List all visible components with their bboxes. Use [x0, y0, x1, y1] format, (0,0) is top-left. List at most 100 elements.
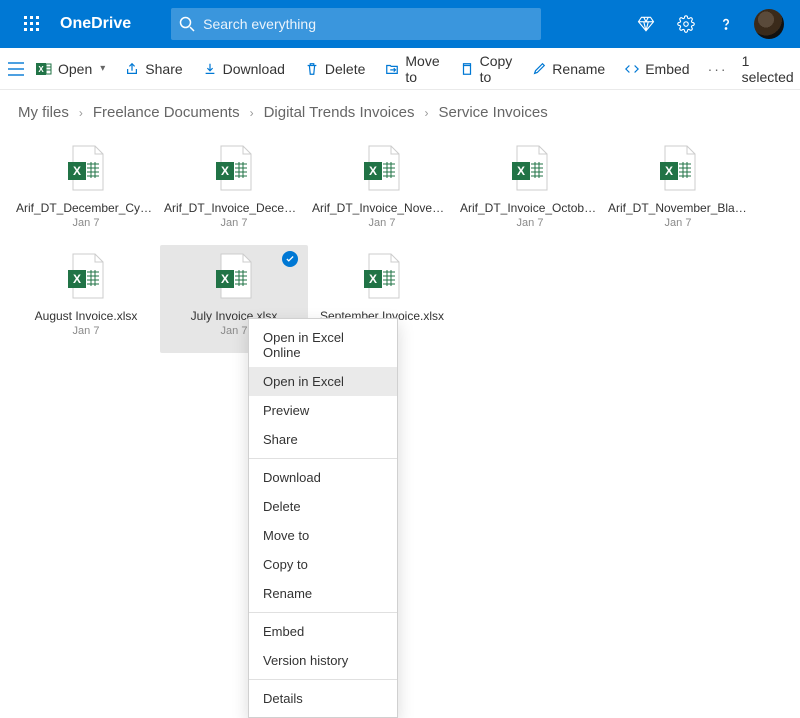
file-date: Jan 7: [73, 325, 100, 337]
more-icon: ···: [708, 61, 728, 77]
svg-text:X: X: [369, 164, 377, 178]
svg-text:X: X: [221, 164, 229, 178]
excel-icon: X: [36, 61, 52, 77]
share-label: Share: [145, 61, 182, 77]
file-date: Jan 7: [221, 325, 248, 337]
file-date: Jan 7: [517, 217, 544, 229]
embed-icon: [625, 62, 639, 76]
breadcrumb: My files › Freelance Documents › Digital…: [0, 90, 800, 133]
embed-label: Embed: [645, 61, 689, 77]
file-date: Jan 7: [73, 217, 100, 229]
menu-divider: [249, 458, 397, 459]
open-label: Open: [58, 61, 92, 77]
file-name: Arif_DT_December_Cyber_...: [16, 201, 156, 215]
file-date: Jan 7: [369, 217, 396, 229]
context-menu-item[interactable]: Rename: [249, 579, 397, 608]
file-thumbnail: X: [650, 143, 706, 195]
chevron-down-icon: ▾: [100, 63, 105, 74]
app-launcher-button[interactable]: [8, 0, 56, 48]
context-menu-item[interactable]: Version history: [249, 646, 397, 675]
file-thumbnail: X: [502, 143, 558, 195]
selection-count: 1 selected ✕: [742, 53, 800, 85]
file-name: Arif_DT_November_Black_F...: [608, 201, 748, 215]
embed-button[interactable]: Embed: [617, 53, 697, 85]
copy-icon: [460, 62, 474, 76]
diamond-icon: [637, 15, 655, 33]
file-item[interactable]: X August Invoice.xlsx Jan 7: [12, 245, 160, 353]
svg-text:X: X: [73, 164, 81, 178]
file-name: Arif_DT_Invoice_December...: [164, 201, 304, 215]
breadcrumb-item[interactable]: Freelance Documents: [93, 104, 240, 121]
search-input[interactable]: [203, 8, 541, 40]
open-button[interactable]: X Open ▾: [28, 53, 113, 85]
file-name: August Invoice.xlsx: [16, 309, 156, 323]
context-menu-item[interactable]: Open in Excel: [249, 367, 397, 396]
copy-to-label: Copy to: [480, 53, 513, 85]
svg-text:X: X: [517, 164, 525, 178]
breadcrumb-item[interactable]: Digital Trends Invoices: [264, 104, 415, 121]
context-menu-item[interactable]: Copy to: [249, 550, 397, 579]
move-to-button[interactable]: Move to: [377, 53, 447, 85]
file-date: Jan 7: [221, 217, 248, 229]
context-menu-item[interactable]: Embed: [249, 617, 397, 646]
menu-divider: [249, 679, 397, 680]
file-thumbnail: X: [206, 251, 262, 303]
gear-icon: [677, 15, 695, 33]
share-button[interactable]: Share: [117, 53, 190, 85]
file-item[interactable]: X Arif_DT_Invoice_November... Jan 7: [308, 137, 456, 245]
file-thumbnail: X: [58, 143, 114, 195]
svg-text:X: X: [38, 65, 44, 74]
context-menu: Open in Excel OnlineOpen in ExcelPreview…: [248, 318, 398, 718]
chevron-right-icon: ›: [79, 106, 83, 120]
help-icon: [717, 15, 735, 33]
selection-count-label: 1 selected: [742, 53, 794, 85]
rename-button[interactable]: Rename: [524, 53, 613, 85]
download-button[interactable]: Download: [195, 53, 293, 85]
file-thumbnail: X: [58, 251, 114, 303]
premium-button[interactable]: [626, 0, 666, 48]
download-icon: [203, 62, 217, 76]
svg-text:X: X: [369, 272, 377, 286]
hamburger-icon: [8, 62, 24, 76]
file-item[interactable]: X Arif_DT_December_Cyber_... Jan 7: [12, 137, 160, 245]
help-button[interactable]: [706, 0, 746, 48]
command-bar: X Open ▾ Share Download Delete Move to C…: [0, 48, 800, 90]
file-item[interactable]: X Arif_DT_Invoice_October_2... Jan 7: [456, 137, 604, 245]
file-thumbnail: X: [354, 143, 410, 195]
context-menu-item[interactable]: Details: [249, 684, 397, 713]
breadcrumb-item[interactable]: Service Invoices: [438, 104, 547, 121]
more-button[interactable]: ···: [702, 53, 734, 85]
file-item[interactable]: X Arif_DT_Invoice_December... Jan 7: [160, 137, 308, 245]
nav-toggle-button[interactable]: [8, 53, 24, 85]
app-header: OneDrive: [0, 0, 800, 48]
search-box[interactable]: [171, 8, 541, 40]
file-item[interactable]: X Arif_DT_November_Black_F... Jan 7: [604, 137, 752, 245]
settings-button[interactable]: [666, 0, 706, 48]
app-brand[interactable]: OneDrive: [60, 15, 131, 33]
svg-text:X: X: [665, 164, 673, 178]
context-menu-item[interactable]: Delete: [249, 492, 397, 521]
delete-label: Delete: [325, 61, 365, 77]
context-menu-item[interactable]: Open in Excel Online: [249, 323, 397, 367]
move-to-label: Move to: [405, 53, 439, 85]
waffle-icon: [24, 16, 40, 32]
user-avatar[interactable]: [754, 9, 784, 39]
file-thumbnail: X: [206, 143, 262, 195]
context-menu-item[interactable]: Move to: [249, 521, 397, 550]
breadcrumb-item[interactable]: My files: [18, 104, 69, 121]
file-name: Arif_DT_Invoice_October_2...: [460, 201, 600, 215]
delete-button[interactable]: Delete: [297, 53, 373, 85]
selection-check-icon: [282, 251, 298, 267]
context-menu-item[interactable]: Preview: [249, 396, 397, 425]
file-date: Jan 7: [665, 217, 692, 229]
delete-icon: [305, 62, 319, 76]
move-icon: [385, 62, 399, 76]
copy-to-button[interactable]: Copy to: [452, 53, 521, 85]
svg-text:X: X: [221, 272, 229, 286]
context-menu-item[interactable]: Share: [249, 425, 397, 454]
menu-divider: [249, 612, 397, 613]
context-menu-item[interactable]: Download: [249, 463, 397, 492]
file-grid: X Arif_DT_December_Cyber_... Jan 7 X Ari…: [0, 133, 800, 357]
file-thumbnail: X: [354, 251, 410, 303]
rename-label: Rename: [552, 61, 605, 77]
